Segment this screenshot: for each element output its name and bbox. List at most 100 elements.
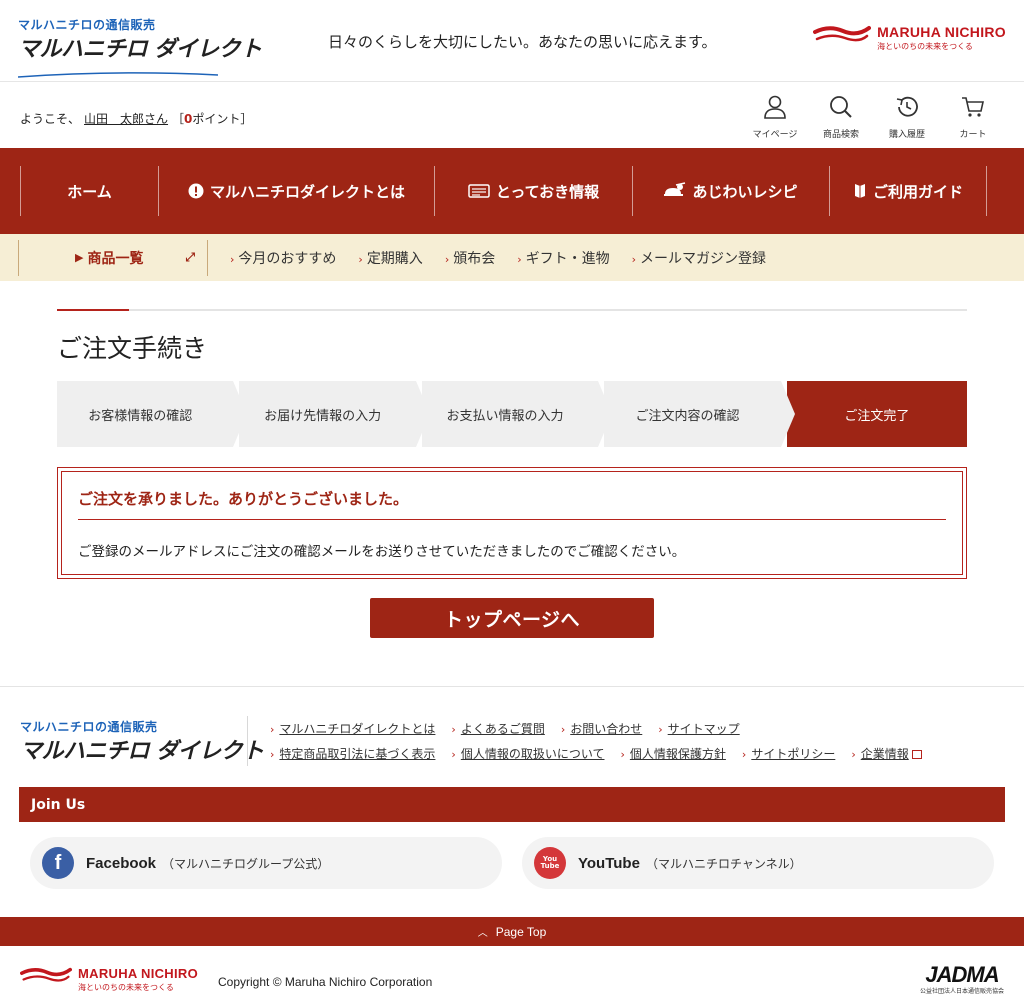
message-divider	[78, 519, 946, 520]
footer-link-contact[interactable]: › お問い合わせ	[561, 720, 642, 737]
site-logo[interactable]: マルハニチロの通信販売 マルハニチロ ダイレクト	[17, 16, 262, 82]
jadma-sub: 公益社団法人日本通信販売協会	[919, 988, 1004, 995]
copyright: Copyright © Maruha Nichiro Corporation	[218, 975, 433, 989]
footer-link-about[interactable]: › マルハニチロダイレクトとは	[270, 720, 435, 737]
nav-home[interactable]: ホーム	[20, 166, 158, 216]
subnav-subscription[interactable]: › 定期購入	[358, 248, 422, 268]
footer-logo[interactable]: マルハニチロの通信販売 マルハニチロ ダイレクト	[20, 718, 264, 765]
footer-link-corporate[interactable]: › 企業情報	[851, 745, 922, 762]
subnav-distribution[interactable]: › 頒布会	[445, 248, 495, 268]
chevron-right-icon: ›	[451, 723, 456, 736]
external-link-icon	[911, 750, 922, 759]
chevron-right-icon: ›	[358, 252, 363, 266]
play-circle-icon: ▶	[75, 251, 84, 264]
maruha-wave-icon	[813, 26, 872, 42]
info-icon	[188, 183, 204, 199]
title-rule	[57, 309, 967, 311]
completion-body: ご登録のメールアドレスにご注文の確認メールをお送りさせていただきましたのでご確認…	[78, 544, 686, 560]
welcome-prefix: ようこそ、	[20, 112, 81, 126]
footer-link-contact-label: お問い合わせ	[570, 722, 643, 736]
checkout-steps: お客様情報の確認 お届け先情報の入力 お支払い情報の入力 ご注文内容の確認 ご注…	[57, 381, 967, 447]
tagline: 日々のくらしを大切にしたい。あなたの思いに応えます。	[328, 33, 717, 51]
chevron-up-icon: ︿	[477, 928, 488, 939]
chevron-right-icon: ›	[658, 723, 663, 736]
points-open: ［	[172, 112, 185, 126]
footer-corp-slogan: 海といのちの未来をつくる	[78, 983, 174, 992]
completion-message-inner: ご注文を承りました。ありがとうございました。 ご登録のメールアドレスにご注文の確…	[61, 471, 963, 575]
nav-guide[interactable]: ご利用ガイド	[829, 166, 987, 216]
product-list-label: 商品一覧	[87, 250, 144, 267]
youtube-link[interactable]: You Tube YouTube （マルハニチロチャンネル）	[522, 837, 994, 889]
user-bar: ようこそ、 山田 太郎さん ［0ポイント］ マイページ 商品検索 購入履歴 カート	[0, 82, 1024, 148]
logo-title: マルハニチロ ダイレクト	[18, 37, 262, 62]
facebook-link[interactable]: f Facebook （マルハニチログループ公式）	[30, 837, 502, 889]
nav-recipes-label: あじわいレシピ	[692, 182, 798, 201]
welcome-text: ようこそ、 山田 太郎さん ［0ポイント］	[20, 110, 252, 127]
footer-links: › マルハニチロダイレクトとは › よくあるご質問 › お問い合わせ › サイトマップ …	[270, 720, 1010, 770]
facebook-desc: （マルハニチログループ公式）	[162, 856, 330, 871]
youtube-name: YouTube	[578, 854, 640, 872]
expand-icon: ⤢	[185, 249, 195, 264]
main-navigation: ホーム マルハニチロダイレクトとは とっておき情報 あじわいレシピ ご利用ガイド	[0, 148, 1024, 234]
person-icon	[764, 95, 786, 119]
product-search-button[interactable]: 商品検索	[816, 94, 866, 141]
youtube-icon: You Tube	[534, 847, 566, 879]
footer-link-corporate-label: 企業情報	[860, 747, 909, 761]
title-rule-accent	[57, 309, 129, 311]
footer-link-tokushoho[interactable]: › 特定商品取引法に基づく表示	[270, 745, 435, 762]
history-icon	[896, 96, 918, 117]
cart-button[interactable]: カート	[948, 94, 998, 141]
footer-link-faq-label: よくあるご質問	[460, 722, 545, 736]
step-order-review: ご注文内容の確認	[604, 381, 796, 447]
footer-link-site-policy[interactable]: › サイトポリシー	[742, 745, 835, 762]
footer-link-privacy-policy-label: 個人情報保護方針	[629, 747, 726, 761]
maruha-wave-icon	[20, 967, 72, 982]
completion-message: ご注文を承りました。ありがとうございました。 ご登録のメールアドレスにご注文の確…	[57, 467, 967, 579]
page-top-label: Page Top	[495, 924, 547, 939]
footer-link-sitemap-label: サイトマップ	[667, 722, 740, 736]
purchase-history-label: 購入履歴	[888, 130, 925, 140]
subnav-gift-label: ギフト・進物	[525, 250, 610, 267]
step-order-complete: ご注文完了	[786, 381, 967, 447]
mypage-button[interactable]: マイページ	[750, 94, 800, 141]
nav-special-info[interactable]: とっておき情報	[434, 166, 632, 216]
page-top-button[interactable]: ︿ Page Top	[0, 917, 1024, 946]
subnav-newsletter[interactable]: › メールマガジン登録	[632, 248, 766, 268]
chevron-right-icon: ›	[851, 748, 856, 761]
footer-corporate-logo[interactable]: MARUHA NICHIRO 海といのちの未来をつくる	[20, 966, 198, 993]
facebook-name: Facebook	[86, 854, 157, 872]
corporate-logo[interactable]: MARUHA NICHIRO 海といのちの未来をつくる	[813, 24, 1006, 52]
footer-link-site-policy-label: サイトポリシー	[751, 747, 836, 761]
site-header: マルハニチロの通信販売 マルハニチロ ダイレクト 日々のくらしを大切にしたい。あ…	[0, 0, 1024, 82]
mypage-label: マイページ	[752, 130, 798, 140]
footer-link-privacy-handling[interactable]: › 個人情報の取扱いについて	[451, 745, 604, 762]
top-page-button[interactable]: トップページへ	[370, 598, 654, 638]
product-list-menu[interactable]: ▶ 商品一覧 ⤢	[18, 239, 208, 276]
user-name-link[interactable]: 山田 太郎さん	[84, 112, 168, 126]
jadma-logo: JADMA 公益社団法人日本通信販売協会	[919, 964, 1004, 996]
subnav-gift[interactable]: › ギフト・進物	[517, 248, 609, 268]
footer-link-sitemap[interactable]: › サイトマップ	[658, 720, 739, 737]
chevron-right-icon: ›	[631, 252, 637, 266]
footer-link-privacy-policy[interactable]: › 個人情報保護方針	[620, 745, 725, 762]
subnav-subscription-label: 定期購入	[366, 250, 423, 267]
nav-recipes[interactable]: あじわいレシピ	[632, 166, 829, 216]
product-search-label: 商品検索	[822, 130, 859, 140]
cooking-icon	[664, 182, 686, 196]
nav-special-info-label: とっておき情報	[495, 182, 600, 201]
subnav-distribution-label: 頒布会	[453, 250, 496, 267]
footer-links-row-2: › 特定商品取引法に基づく表示 › 個人情報の取扱いについて › 個人情報保護方針 ›…	[270, 745, 1010, 762]
step-customer-info: お客様情報の確認	[57, 381, 248, 447]
corp-slogan: 海といのちの未来をつくる	[877, 42, 973, 51]
chevron-right-icon: ›	[620, 748, 625, 761]
step-delivery-info: お届け先情報の入力	[239, 381, 431, 447]
nav-about[interactable]: マルハニチロダイレクトとは	[158, 166, 434, 216]
cart-label: カート	[959, 130, 987, 140]
purchase-history-button[interactable]: 購入履歴	[882, 94, 932, 141]
subnav-recommend[interactable]: › 今月のおすすめ	[230, 248, 336, 268]
completion-title: ご注文を承りました。ありがとうございました。	[78, 490, 409, 508]
step-payment-info: お支払い情報の入力	[421, 381, 613, 447]
footer-link-faq[interactable]: › よくあるご質問	[451, 720, 544, 737]
sub-navigation: ▶ 商品一覧 ⤢ › 今月のおすすめ › 定期購入 › 頒布会 › ギフト・進物 › メー…	[0, 234, 1024, 281]
chevron-right-icon: ›	[517, 252, 522, 266]
